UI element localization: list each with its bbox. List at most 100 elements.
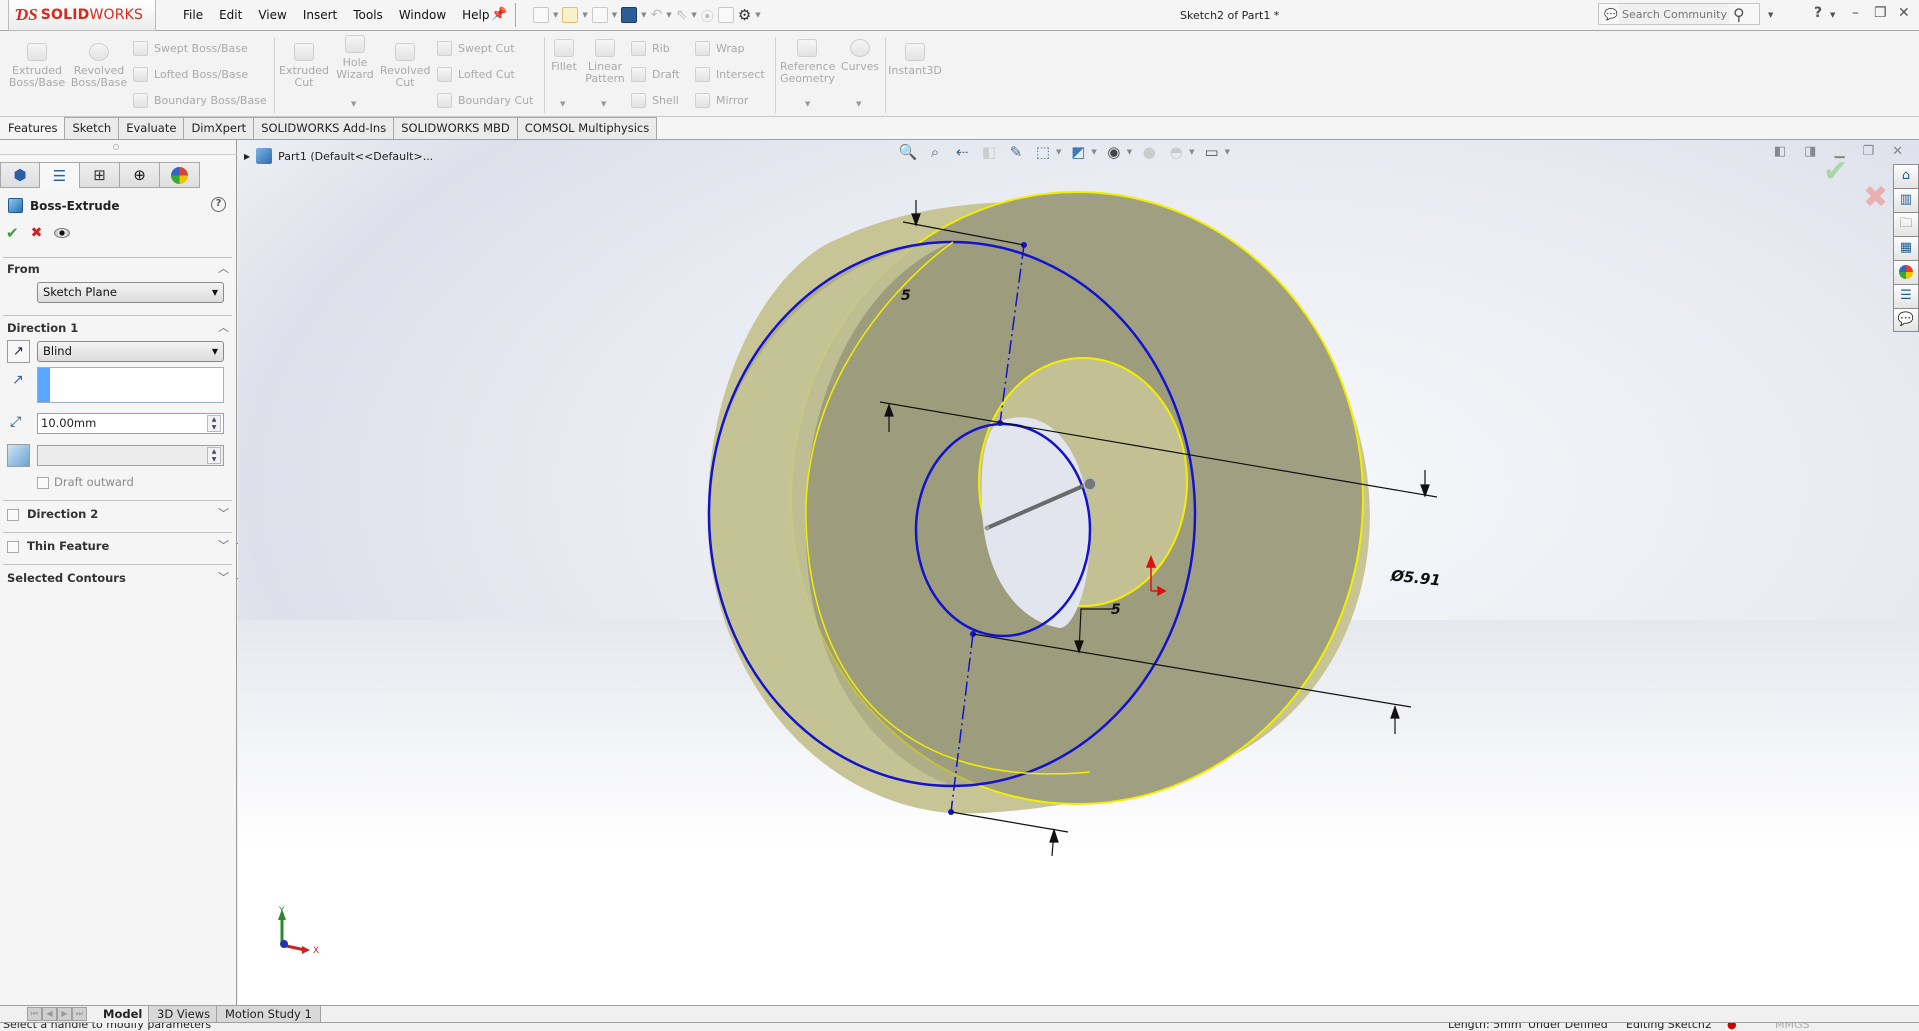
search-dropdown-icon[interactable]: ▼	[1768, 5, 1773, 21]
boundary-boss-button[interactable]: Boundary Boss/Base	[133, 93, 267, 108]
tab-evaluate[interactable]: Evaluate	[118, 117, 185, 139]
file-properties-icon[interactable]	[717, 7, 734, 23]
draft-button[interactable]: Draft	[631, 67, 680, 82]
swept-cut-button[interactable]: Swept Cut	[437, 41, 515, 56]
tab-comsol-multiphysics[interactable]: COMSOL Multiphysics	[516, 117, 658, 139]
help-icon[interactable]: ?	[211, 197, 226, 212]
expand-chevron-icon[interactable]: ﹀	[218, 537, 229, 553]
fillet-button[interactable]: Fillet	[548, 39, 580, 73]
linear-pattern-button[interactable]: Linear Pattern	[584, 39, 626, 85]
thin-feature-checkbox[interactable]	[7, 541, 19, 553]
ok-button[interactable]: ✔	[6, 224, 19, 242]
last-tab-icon[interactable]: ⏭	[72, 1007, 87, 1021]
wrap-button[interactable]: Wrap	[695, 41, 745, 56]
undo-dropdown-icon[interactable]: ▼	[666, 11, 671, 19]
lofted-cut-button[interactable]: Lofted Cut	[437, 67, 515, 82]
previous-tab-icon[interactable]: ◀	[42, 1007, 57, 1021]
draft-angle-spinner[interactable]: ▲ ▼	[207, 447, 221, 464]
options-dropdown-icon[interactable]: ▼	[755, 11, 760, 19]
zoom-to-fit-icon[interactable]: 🔍	[898, 142, 918, 162]
zoom-to-area-icon[interactable]: ⌕	[925, 142, 945, 162]
file-explorer-icon[interactable]: 🗀	[1893, 212, 1919, 236]
view-orientation-dropdown-icon[interactable]: ▼	[1056, 148, 1061, 156]
design-library-icon[interactable]: ▥	[1893, 188, 1919, 212]
dimxpertmanager-tab[interactable]: ⊕	[120, 162, 160, 188]
search-community-forum[interactable]: 💬 ⚲	[1598, 3, 1760, 25]
hide-show-items-icon[interactable]: ◉	[1104, 142, 1124, 162]
lofted-boss-button[interactable]: Lofted Boss/Base	[133, 67, 248, 82]
open-icon[interactable]	[562, 7, 579, 23]
direction2-checkbox[interactable]	[7, 509, 19, 521]
menu-edit[interactable]: Edit	[211, 8, 250, 22]
hole-wizard-button[interactable]: Hole Wizard	[332, 35, 378, 81]
collapse-right-icon[interactable]: ◨	[1804, 144, 1816, 159]
propertymanager-tab[interactable]: ☰	[40, 162, 80, 188]
rebuild-indicator-icon[interactable]: ●	[1727, 1023, 1737, 1031]
tab-dimxpert[interactable]: DimXpert	[183, 117, 255, 139]
viewport-close-icon[interactable]: ✕	[1892, 144, 1903, 159]
reference-geometry-dropdown-icon[interactable]: ▼	[805, 100, 810, 108]
minimize-button[interactable]: –	[1852, 5, 1859, 21]
edit-appearance-icon[interactable]: ●	[1139, 142, 1159, 162]
display-style-dropdown-icon[interactable]: ▼	[1091, 148, 1096, 156]
reverse-direction-button[interactable]: ↗	[7, 340, 30, 363]
rebuild-icon[interactable]: ⦿	[701, 6, 714, 25]
draft-outward-checkbox[interactable]	[37, 477, 49, 489]
end-condition-select[interactable]: Blind ▼	[37, 341, 224, 362]
view-settings-dropdown-icon[interactable]: ▼	[1225, 148, 1230, 156]
from-group-title[interactable]: From	[7, 262, 40, 276]
mirror-button[interactable]: Mirror	[695, 93, 748, 108]
configurationmanager-tab[interactable]: ⊞	[80, 162, 120, 188]
direction-of-extrusion-selection-box[interactable]	[37, 367, 224, 403]
new-dropdown-icon[interactable]: ▼	[553, 11, 558, 19]
expand-arrow-icon[interactable]: ▶	[244, 152, 250, 161]
depth-spinner[interactable]: ▲ ▼	[207, 415, 221, 432]
restore-button[interactable]: ❐	[1874, 5, 1887, 21]
help-button[interactable]: ?	[1814, 5, 1822, 21]
direction2-group-title[interactable]: Direction 2	[27, 507, 98, 521]
solidworks-logo[interactable]: ƊS SOLIDWORKS	[8, 0, 156, 31]
dynamic-annotation-views-icon[interactable]: ✎	[1006, 142, 1026, 162]
graphics-area[interactable]: 5 5 Ø5.91 Y X ▶ Part1 (Default<<Default>…	[238, 140, 1919, 1005]
expand-chevron-icon[interactable]: ﹀	[218, 569, 229, 585]
panel-resize-grip[interactable]	[113, 144, 119, 150]
next-tab-icon[interactable]: ▶	[57, 1007, 72, 1021]
draft-on-off-button[interactable]	[7, 444, 30, 467]
tab-3d-views[interactable]: 3D Views	[148, 1006, 220, 1023]
collapse-chevron-icon[interactable]: ︿	[218, 319, 229, 335]
tab-features[interactable]: Features	[0, 117, 66, 139]
menu-insert[interactable]: Insert	[295, 8, 345, 22]
tab-model[interactable]: Model	[95, 1006, 151, 1023]
extruded-cut-button[interactable]: Extruded Cut	[278, 43, 330, 89]
view-palette-icon[interactable]: ▦	[1893, 236, 1919, 260]
apply-scene-icon[interactable]: ◓	[1166, 142, 1186, 162]
depth-input[interactable]: 10.00mm ▲ ▼	[37, 413, 224, 434]
open-dropdown-icon[interactable]: ▼	[582, 11, 587, 19]
hole-wizard-dropdown-icon[interactable]: ▼	[351, 100, 356, 108]
tab-sketch[interactable]: Sketch	[64, 117, 120, 139]
expand-chevron-icon[interactable]: ﹀	[218, 505, 229, 521]
reference-geometry-button[interactable]: Reference Geometry	[780, 39, 835, 85]
first-tab-icon[interactable]: ⏮	[27, 1007, 42, 1021]
section-view-icon[interactable]: ◧	[979, 142, 999, 162]
select-dropdown-icon[interactable]: ▼	[691, 11, 696, 19]
hide-show-dropdown-icon[interactable]: ▼	[1127, 148, 1132, 156]
print-icon[interactable]	[621, 7, 638, 23]
rib-button[interactable]: Rib	[631, 41, 670, 56]
print-dropdown-icon[interactable]: ▼	[641, 11, 646, 19]
search-icon[interactable]: ⚲	[1733, 5, 1745, 24]
view-settings-icon[interactable]: ▭	[1202, 142, 1222, 162]
detailed-preview-icon[interactable]	[54, 228, 71, 238]
viewport-restore-icon[interactable]: ❐	[1862, 144, 1874, 159]
status-units[interactable]: MMGS	[1775, 1023, 1810, 1031]
swept-boss-button[interactable]: Swept Boss/Base	[133, 41, 248, 56]
direction1-group-title[interactable]: Direction 1	[7, 321, 78, 335]
dimension-label-bottom[interactable]: 5	[1111, 602, 1121, 618]
help-dropdown-icon[interactable]: ▼	[1830, 11, 1835, 19]
pin-menu-icon[interactable]: 📌	[491, 7, 507, 22]
collapse-chevron-icon[interactable]: ︿	[218, 260, 229, 276]
displaymanager-tab[interactable]	[160, 162, 200, 188]
select-icon[interactable]: ⇖	[676, 7, 688, 23]
view-orientation-icon[interactable]: ⬚	[1033, 142, 1053, 162]
new-document-icon[interactable]	[533, 7, 549, 23]
